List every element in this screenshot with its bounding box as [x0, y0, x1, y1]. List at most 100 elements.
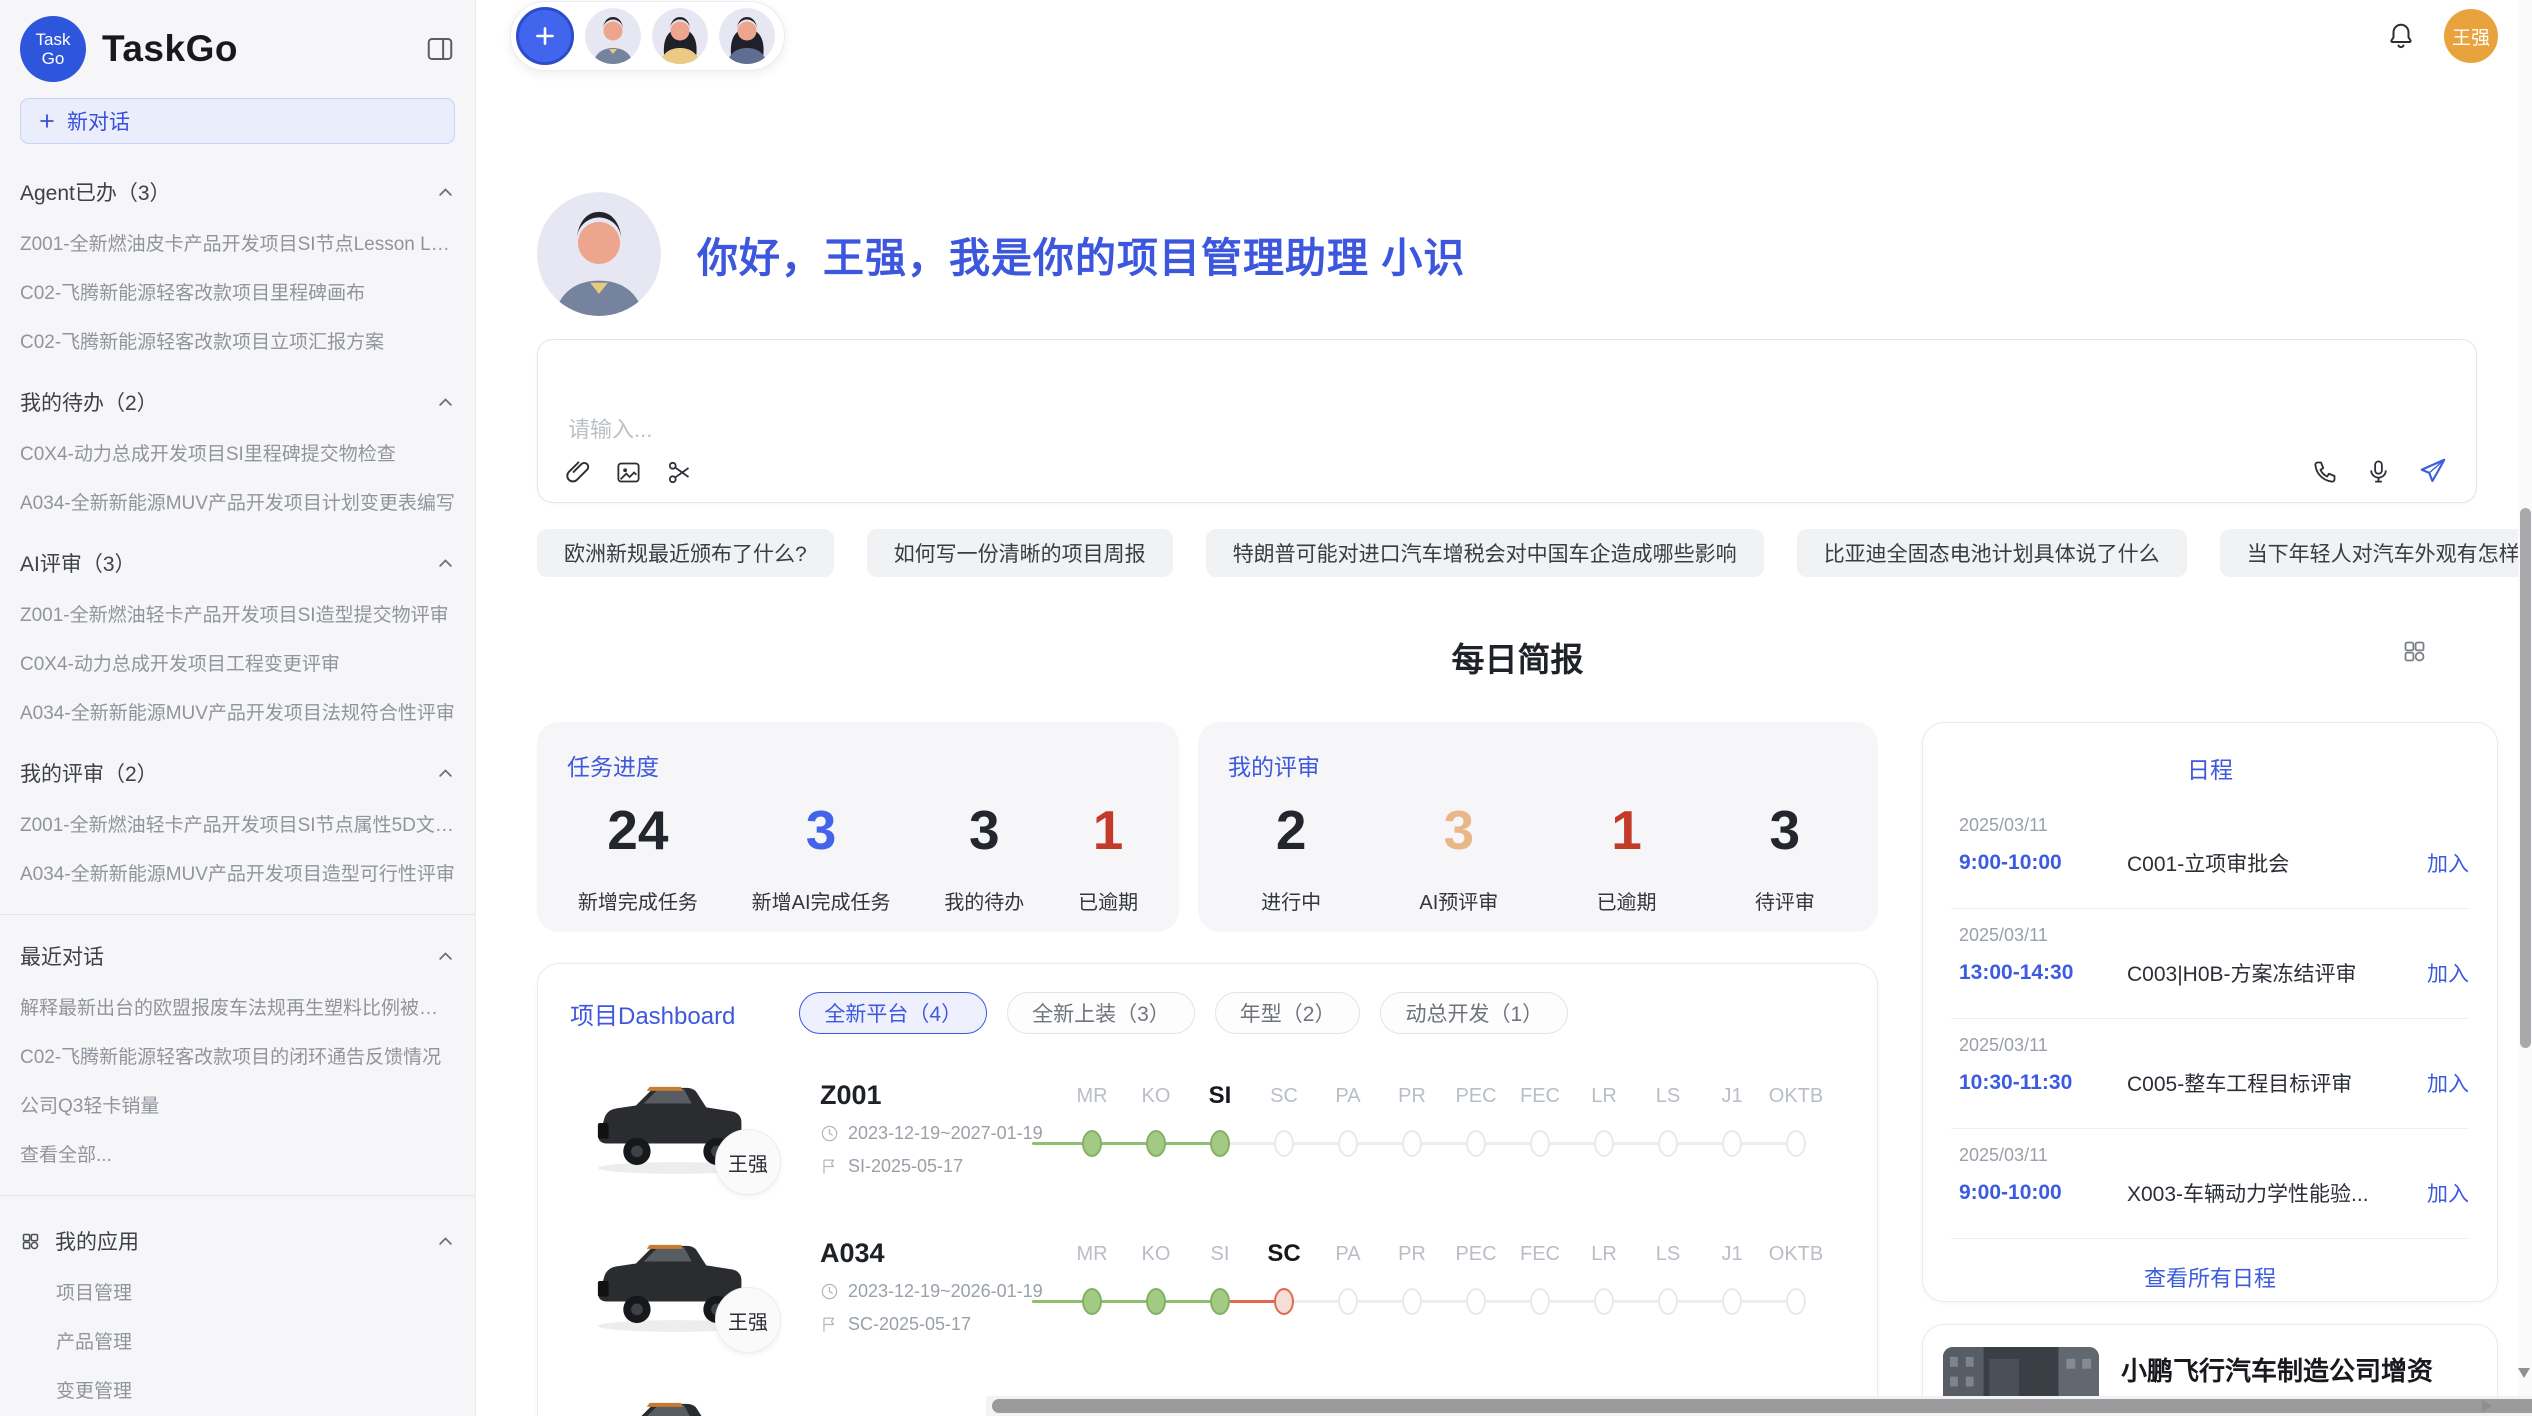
- sidebar-item[interactable]: Z001-全新燃油皮卡产品开发项目SI节点Lesson Learn报告: [20, 229, 455, 256]
- join-event-link[interactable]: 加入: [2427, 848, 2469, 878]
- sidebar-item[interactable]: Z001-全新燃油轻卡产品开发项目SI造型提交物评审: [20, 600, 455, 627]
- project-row[interactable]: 王强A0342023-12-19~2026-01-19SC-2025-05-17…: [538, 1232, 1877, 1390]
- milestone-label: PA: [1316, 1232, 1380, 1276]
- milestone-ls: LS: [1636, 1232, 1700, 1315]
- vertical-scrollbar-thumb[interactable]: [2520, 508, 2531, 1048]
- milestone-dot: [1658, 1288, 1678, 1315]
- app-item[interactable]: 变更管理: [56, 1376, 455, 1403]
- flag-icon: [820, 1157, 839, 1176]
- join-event-link[interactable]: 加入: [2427, 1178, 2469, 1208]
- suggestion-chip[interactable]: 比亚迪全固态电池计划具体说了什么: [1797, 529, 2187, 577]
- milestone-label: MR: [1060, 1074, 1124, 1118]
- scroll-right-arrow-icon[interactable]: [2482, 1400, 2492, 1412]
- view-all-conversations-link[interactable]: 查看全部...: [20, 1140, 455, 1167]
- app-item[interactable]: 产品管理: [56, 1327, 455, 1354]
- dashboard-filter-pill[interactable]: 动总开发（1）: [1380, 992, 1568, 1034]
- project-info: Z0012023-12-19~2027-01-19SI-2025-05-17: [820, 1080, 1060, 1177]
- project-row[interactable]: 王强Z0012023-12-19~2027-01-19SI-2025-05-17…: [538, 1074, 1877, 1232]
- sidebar-item[interactable]: C0X4-动力总成开发项目工程变更评审: [20, 649, 455, 676]
- message-composer[interactable]: 请输入...: [537, 339, 2477, 503]
- sidebar-collapse-icon[interactable]: [425, 34, 455, 64]
- layout-grid-icon[interactable]: [2401, 638, 2428, 665]
- chevron-up-icon[interactable]: [436, 947, 455, 966]
- sidebar-item[interactable]: A034-全新新能源MUV产品开发项目造型可行性评审: [20, 859, 455, 886]
- app-title: TaskGo: [102, 28, 238, 70]
- sidebar-item[interactable]: A034-全新新能源MUV产品开发项目计划变更表编写: [20, 488, 455, 515]
- suggestion-chip[interactable]: 特朗普可能对进口汽车增税会对中国车企造成哪些影响: [1206, 529, 1764, 577]
- member-avatar-1[interactable]: [585, 8, 641, 64]
- horizontal-scrollbar[interactable]: [986, 1396, 2532, 1416]
- user-avatar[interactable]: 王强: [2444, 9, 2498, 63]
- my-apps-section: 我的应用项目管理产品管理变更管理查看全部...: [20, 1226, 455, 1416]
- plus-icon: [532, 23, 558, 49]
- composer-placeholder: 请输入...: [568, 412, 652, 444]
- milestone-dot: [1082, 1288, 1102, 1315]
- horizontal-scrollbar-thumb[interactable]: [992, 1399, 2532, 1413]
- app-item[interactable]: 项目管理: [56, 1278, 455, 1305]
- greeting-block: 你好，王强，我是你的项目管理助理 小识: [537, 192, 2498, 316]
- chevron-up-icon[interactable]: [436, 393, 455, 412]
- chevron-up-icon[interactable]: [436, 1232, 455, 1251]
- view-all-schedule-link[interactable]: 查看所有日程: [1951, 1261, 2469, 1293]
- recent-section-header[interactable]: 最近对话: [20, 941, 455, 971]
- team-avatar-group: [510, 1, 785, 71]
- dashboard-filter-pill[interactable]: 年型（2）: [1215, 992, 1361, 1034]
- vertical-scrollbar[interactable]: [2518, 0, 2532, 1396]
- add-member-button[interactable]: [516, 7, 574, 65]
- image-icon[interactable]: [615, 459, 642, 486]
- dashboard-header: 项目Dashboard 全新平台（4）全新上装（3）年型（2）动总开发（1）: [538, 992, 1877, 1034]
- milestone-ko: KO: [1124, 1074, 1188, 1157]
- recent-conversation-item[interactable]: C02-飞腾新能源轻客改款项目的闭环通告反馈情况: [20, 1042, 455, 1069]
- sidebar-section: Agent已办（3） Z001-全新燃油皮卡产品开发项目SI节点Lesson Le…: [20, 177, 455, 354]
- event-time: 10:30-11:30: [1959, 1071, 2127, 1095]
- daily-brief-title: 每日简报: [1452, 633, 1584, 681]
- new-chat-label: 新对话: [67, 106, 130, 136]
- join-event-link[interactable]: 加入: [2427, 1068, 2469, 1098]
- milestone-dot: [1722, 1288, 1742, 1315]
- sidebar-section-header[interactable]: Agent已办（3）: [20, 177, 455, 207]
- send-icon[interactable]: [2418, 456, 2448, 486]
- suggestion-chip[interactable]: 如何写一份清晰的项目周报: [867, 529, 1173, 577]
- join-event-link[interactable]: 加入: [2427, 958, 2469, 988]
- new-chat-button[interactable]: 新对话: [20, 98, 455, 144]
- chevron-up-icon[interactable]: [436, 183, 455, 202]
- stat: 1已逾期: [1078, 798, 1138, 915]
- chevron-up-icon[interactable]: [436, 764, 455, 783]
- milestone-label: OKTB: [1764, 1232, 1828, 1276]
- suggestion-chip[interactable]: 当下年轻人对汽车外观有怎样的喜好趋势: [2220, 529, 2532, 577]
- sidebar-item[interactable]: Z001-全新燃油轻卡产品开发项目SI节点属性5D文件评审: [20, 810, 455, 837]
- paperclip-icon[interactable]: [564, 459, 591, 486]
- composer-right-tools: [2312, 456, 2448, 486]
- milestone-timeline: MRKOSISCPAPRPECFECLRLSJ1OKTB: [1060, 1232, 1828, 1332]
- sidebar-section-header[interactable]: AI评审（3）: [20, 548, 455, 578]
- stat-card: 任务进度24新增完成任务3新增AI完成任务3我的待办1已逾期: [537, 722, 1179, 932]
- sidebar-item[interactable]: C02-飞腾新能源轻客改款项目里程碑画布: [20, 278, 455, 305]
- phone-icon[interactable]: [2312, 458, 2339, 485]
- stat-card-title: 我的评审: [1228, 748, 1864, 782]
- my-apps-header[interactable]: 我的应用: [20, 1226, 455, 1256]
- dashboard-filter-pill[interactable]: 全新上装（3）: [1007, 992, 1195, 1034]
- grid-icon: [20, 1231, 41, 1252]
- milestone-label: PA: [1316, 1074, 1380, 1118]
- sidebar-section-header[interactable]: 我的评审（2）: [20, 758, 455, 788]
- scissors-icon[interactable]: [666, 459, 693, 486]
- sidebar-section-header[interactable]: 我的待办（2）: [20, 387, 455, 417]
- recent-conversation-item[interactable]: 公司Q3轻卡销量: [20, 1091, 455, 1118]
- bell-icon[interactable]: [2386, 21, 2416, 51]
- milestone-timeline: MRKOSISCPAPRPECFECLRLSJ1OKTB: [1060, 1074, 1828, 1174]
- scroll-down-arrow-icon[interactable]: [2518, 1368, 2530, 1378]
- stat: 3AI预评审: [1419, 798, 1498, 915]
- sidebar-item[interactable]: A034-全新新能源MUV产品开发项目法规符合性评审: [20, 698, 455, 725]
- member-avatar-2[interactable]: [652, 8, 708, 64]
- member-avatar-3[interactable]: [719, 8, 775, 64]
- chevron-up-icon[interactable]: [436, 554, 455, 573]
- suggestion-chip[interactable]: 欧洲新规最近颁布了什么?: [537, 529, 834, 577]
- milestone-dot: [1146, 1288, 1166, 1315]
- sidebar-item[interactable]: C0X4-动力总成开发项目SI里程碑提交物检查: [20, 439, 455, 466]
- sidebar-divider: [0, 1195, 475, 1196]
- mic-icon[interactable]: [2365, 458, 2392, 485]
- schedule-list: 2025/03/119:00-10:00C001-立项审批会加入2025/03/…: [1951, 799, 2469, 1239]
- dashboard-filter-pill[interactable]: 全新平台（4）: [799, 992, 987, 1034]
- recent-conversation-item[interactable]: 解释最新出台的欧盟报废车法规再生塑料比例被调至15%...: [20, 993, 455, 1020]
- sidebar-item[interactable]: C02-飞腾新能源轻客改款项目立项汇报方案: [20, 327, 455, 354]
